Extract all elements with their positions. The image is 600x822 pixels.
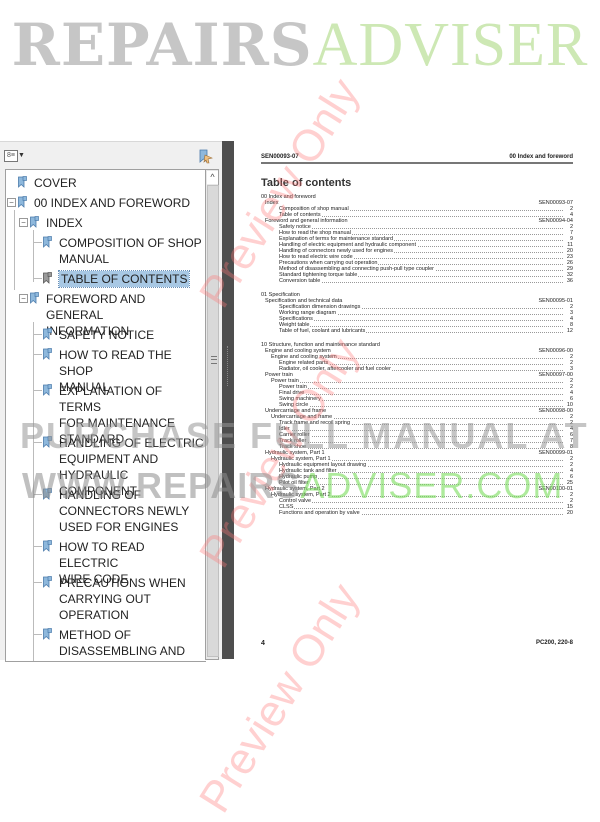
- toc-leader: [279, 388, 563, 389]
- toc-spacer: [261, 284, 573, 292]
- bookmark-icon: [30, 216, 39, 228]
- brand-logo: REPAIRSADVISER: [0, 14, 600, 76]
- bookmark-scrollbar[interactable]: ^: [205, 169, 219, 660]
- tree-connector: [34, 582, 42, 583]
- toc-text: Conversion table: [279, 278, 322, 284]
- scrollbar-thumb[interactable]: [207, 185, 219, 657]
- bookmark-item[interactable]: SAFETY NOTICE: [59, 327, 154, 343]
- bookmark-tool-icon[interactable]: [199, 149, 213, 164]
- toc-page-number: 36: [566, 278, 573, 284]
- bookmark-item[interactable]: INDEX: [46, 215, 83, 231]
- bookmark-icon: [43, 436, 52, 448]
- bookmark-icon: [30, 292, 39, 304]
- brand-logo-part2: ADVISER: [312, 11, 589, 79]
- toc-page-number: 20: [566, 510, 573, 516]
- toc-leader: [279, 508, 563, 509]
- bookmark-item[interactable]: METHOD OF DISASSEMBLING AND: [59, 627, 185, 659]
- toc-list: 00 Index and foreword Index SEN00093-07 2 Co…: [261, 194, 573, 516]
- toc-leader: [279, 228, 563, 229]
- toc-page-number: 12: [566, 328, 573, 334]
- bookmark-item[interactable]: COMPOSITION OF SHOP MANUAL: [59, 235, 202, 267]
- options-dropdown-caret-icon[interactable]: ▼: [18, 152, 25, 159]
- header-doc-code: SEN00093-07: [261, 154, 299, 160]
- bookmark-item[interactable]: HANDLING OF CONNECTORS NEWLY USED FOR EN…: [59, 487, 189, 535]
- tree-connector: [34, 390, 42, 391]
- toc-leader: [271, 382, 563, 383]
- bookmark-icon: [43, 628, 52, 640]
- scrollbar-grip-icon: [211, 356, 217, 364]
- toc-text: Table of fuel, coolant and lubricants: [279, 328, 367, 334]
- options-menu-icon[interactable]: 8≡: [4, 150, 18, 162]
- toc-leader: [279, 326, 563, 327]
- bookmark-icon: [43, 236, 52, 248]
- header-section-title: 00 Index and foreword: [509, 154, 573, 160]
- toc-entry[interactable]: 20 Functions and operation by valve: [261, 510, 573, 516]
- collapse-toggle-icon[interactable]: −: [19, 294, 28, 303]
- bookmark-icon: [18, 196, 27, 208]
- toc-leader: [279, 282, 563, 283]
- bookmarks-panel: 8≡ ▼ COVER −00 INDEX AND FOREWORD − INDEX CO…: [0, 141, 222, 662]
- footer-page-number: 4: [261, 640, 265, 647]
- toc-leader: [279, 406, 563, 407]
- tree-connector: [14, 210, 15, 290]
- tree-connector: [34, 494, 42, 495]
- tree-connector: [33, 322, 34, 661]
- toc-leader: [279, 430, 563, 431]
- toc-leader: [279, 502, 563, 503]
- tree-connector: [34, 442, 42, 443]
- tree-connector: [34, 634, 42, 635]
- bookmark-icon: [43, 488, 52, 500]
- toc-text: Functions and operation by valve: [279, 510, 361, 516]
- collapse-toggle-icon[interactable]: −: [19, 218, 28, 227]
- toc-entry[interactable]: 12 Table of fuel, coolant and lubricants: [261, 328, 573, 334]
- bookmarks-toolbar: 8≡ ▼: [0, 142, 222, 167]
- panel-splitter[interactable]: [222, 141, 234, 659]
- bookmark-icon: [43, 540, 52, 552]
- document-page: SEN00093-07 00 Index and foreword Table …: [234, 141, 600, 659]
- collapse-toggle-icon[interactable]: −: [7, 198, 16, 207]
- bookmark-item[interactable]: 00 INDEX AND FOREWORD: [34, 195, 190, 211]
- toc-title: Table of contents: [261, 177, 352, 189]
- bookmark-icon: [43, 272, 52, 284]
- tree-connector: [33, 230, 34, 282]
- bookmark-icon: [18, 176, 27, 188]
- bookmark-item[interactable]: TABLE OF CONTENTS: [57, 270, 191, 288]
- bookmark-item[interactable]: PRECAUTIONS WHEN CARRYING OUT OPERATION: [59, 575, 186, 623]
- footer-model: PC200, 220-8: [535, 640, 573, 646]
- splitter-grip: [227, 346, 230, 386]
- toc-leader: [279, 442, 563, 443]
- toc-spacer: [261, 334, 573, 342]
- bookmark-icon: [43, 348, 52, 360]
- scroll-up-icon[interactable]: ^: [207, 171, 218, 184]
- tree-connector: [34, 242, 42, 243]
- tree-connector: [34, 354, 42, 355]
- bookmark-icon: [43, 384, 52, 396]
- brand-logo-part1: REPAIRS: [11, 11, 313, 79]
- bookmark-icon: [43, 576, 52, 588]
- toc-leader: [279, 484, 563, 485]
- toc-leader: [279, 216, 563, 217]
- bookmark-item[interactable]: COVER: [34, 175, 77, 191]
- bookmark-tree: COVER −00 INDEX AND FOREWORD − INDEX COMPOSI…: [5, 169, 206, 662]
- toc-leader: [279, 394, 563, 395]
- tree-connector: [34, 278, 42, 279]
- page-header: SEN00093-07 00 Index and foreword: [261, 154, 573, 160]
- tree-connector: [34, 334, 42, 335]
- toc-leader: [279, 478, 563, 479]
- toc-leader: [279, 448, 563, 449]
- toc-leader: [279, 436, 563, 437]
- toc-entry[interactable]: 36 Conversion table: [261, 278, 573, 284]
- toc-leader: [279, 320, 563, 321]
- bookmark-icon: [43, 328, 52, 340]
- tree-connector: [34, 546, 42, 547]
- page-footer: 4 PC200, 220-8: [261, 640, 573, 647]
- header-rule: [261, 162, 573, 164]
